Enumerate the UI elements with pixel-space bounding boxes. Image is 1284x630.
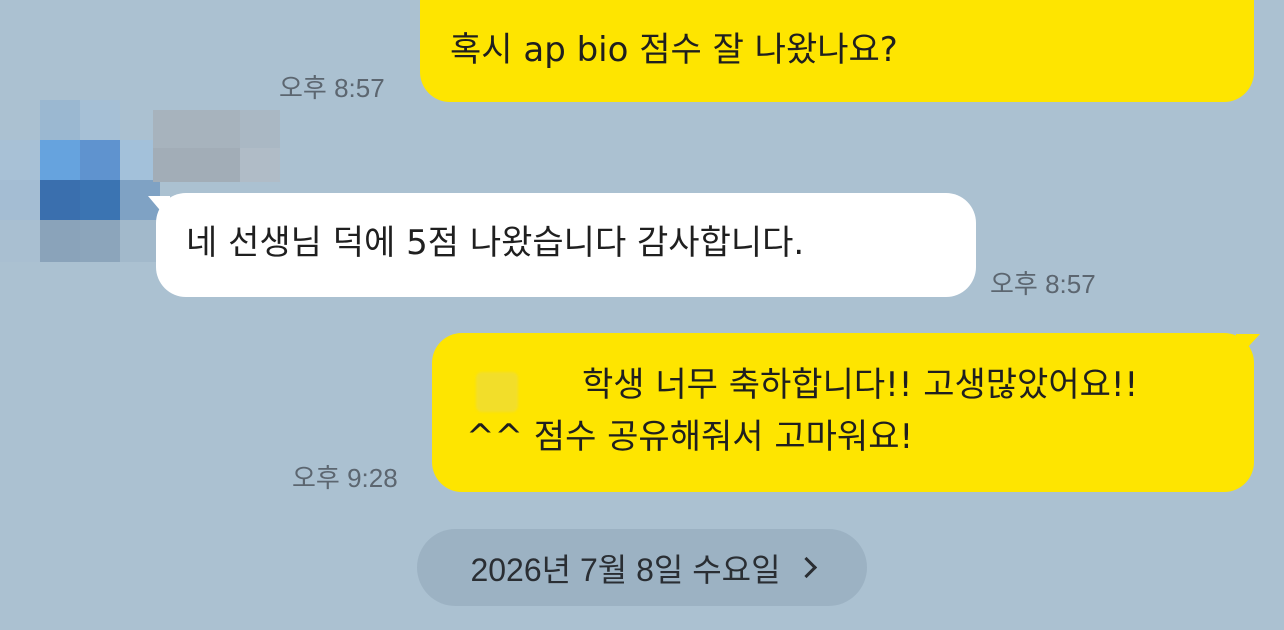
message-time: 오후 9:28 bbox=[292, 463, 398, 493]
message-line: ^^ 점수 공유해줘서 고마워요! bbox=[466, 417, 914, 457]
message-text: 네 선생님 덕에 5점 나왔습니다 감사합니다. bbox=[186, 223, 805, 263]
avatar[interactable] bbox=[0, 100, 160, 262]
chevron-right-icon bbox=[795, 556, 817, 579]
date-divider-button[interactable]: 2026년 7월 8일 수요일 bbox=[417, 529, 867, 606]
message-time: 오후 8:57 bbox=[990, 269, 1096, 299]
chat-room: 혹시 ap bio 점수 잘 나왔나요? 오후 8:57 네 선생님 덕에 5점… bbox=[0, 0, 1284, 630]
emoji-icon bbox=[476, 372, 518, 412]
message-bubble-mine[interactable]: 혹시 ap bio 점수 잘 나왔나요? bbox=[420, 0, 1254, 102]
message-bubble-mine[interactable]: 학생 너무 축하합니다!! 고생많았어요!! ^^ 점수 공유해줘서 고마워요! bbox=[432, 333, 1254, 492]
date-label: 2026년 7월 8일 수요일 bbox=[470, 551, 781, 588]
message-text: 혹시 ap bio 점수 잘 나왔나요? bbox=[450, 30, 898, 70]
message-line: 학생 너무 축하합니다!! 고생많았어요!! bbox=[582, 365, 1139, 405]
message-time: 오후 8:57 bbox=[279, 73, 385, 103]
message-bubble-other[interactable]: 네 선생님 덕에 5점 나왔습니다 감사합니다. bbox=[156, 193, 976, 297]
